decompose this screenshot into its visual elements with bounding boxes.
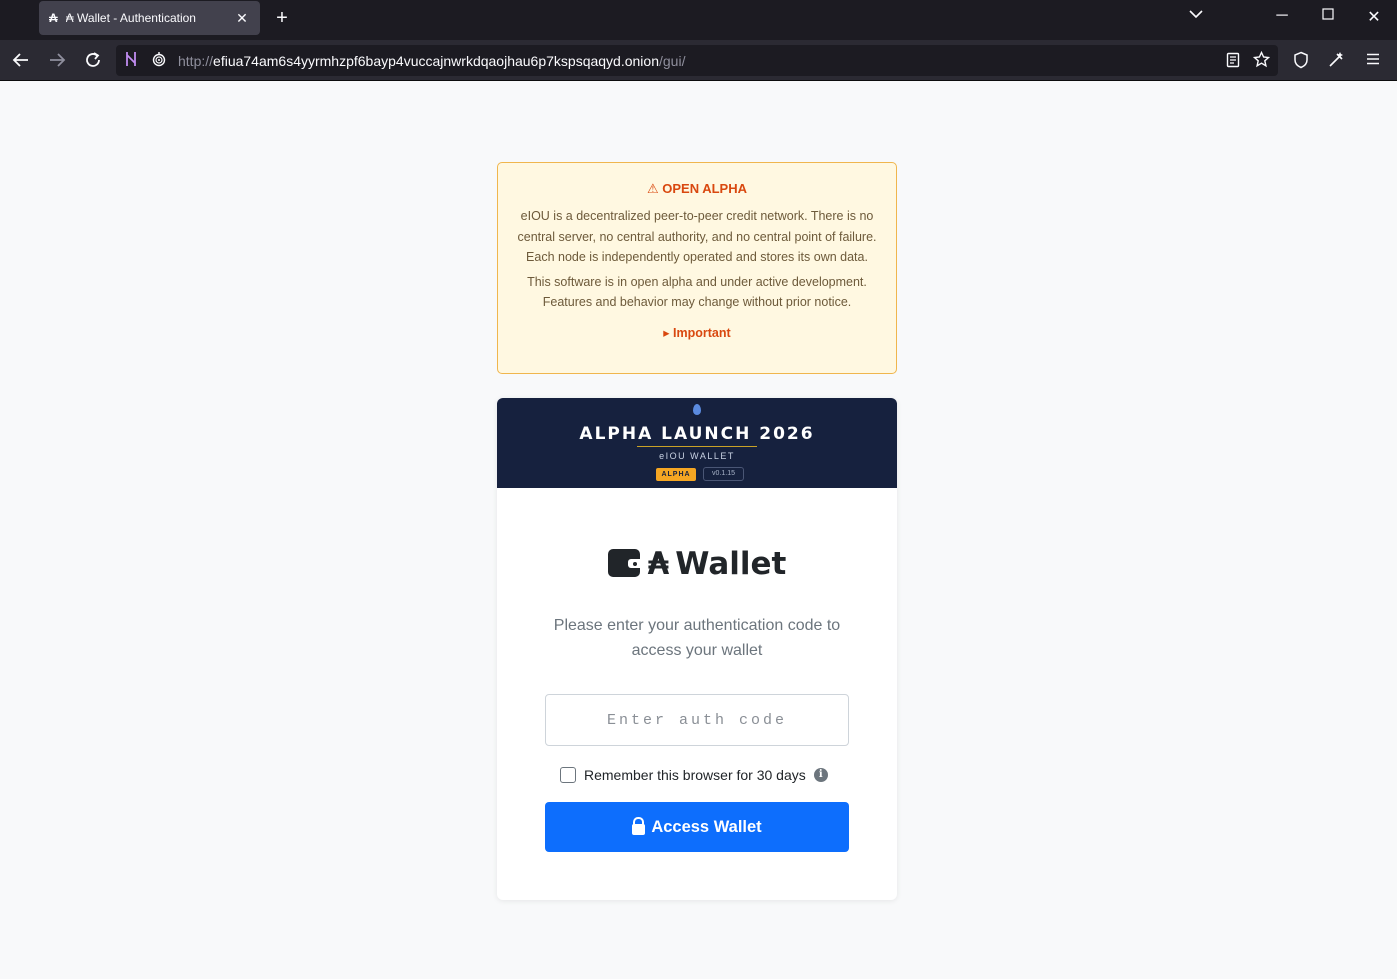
alpha-launch-banner: ALPHA LAUNCH 2026 eIOU WALLET ALPHA v0.1… [497, 398, 897, 488]
onion-site-icon[interactable] [152, 51, 166, 70]
list-all-tabs-chevron-down-icon[interactable] [1189, 8, 1203, 22]
browser-tab-active[interactable]: ₳ ₳ Wallet - Authentication ✕ [39, 1, 260, 35]
page-title: ₳ Wallet [497, 546, 897, 582]
banner-divider [637, 446, 757, 447]
login-card: ALPHA LAUNCH 2026 eIOU WALLET ALPHA v0.1… [497, 398, 897, 900]
new-tab-button[interactable]: + [271, 6, 293, 30]
access-wallet-button[interactable]: Access Wallet [545, 802, 849, 852]
url-text[interactable]: http://efiua74am6s4yyrmhzpf6bayp4vuccajn… [178, 53, 685, 69]
remember-browser-label[interactable]: Remember this browser for 30 days [584, 767, 806, 783]
url-scheme: http:// [178, 53, 214, 69]
notice-title: ⚠ OPEN ALPHA [646, 181, 747, 196]
open-alpha-notice: ⚠ OPEN ALPHA eIOU is a decentralized pee… [497, 162, 897, 374]
page-title-text: Wallet [675, 546, 787, 582]
tab-close-icon[interactable]: ✕ [234, 10, 250, 27]
tor-circuit-icon[interactable] [124, 51, 138, 70]
url-bar[interactable]: http://efiua74am6s4yyrmhzpf6bayp4vuccajn… [116, 45, 1278, 76]
window-minimize-icon[interactable]: ─ [1272, 7, 1292, 25]
access-wallet-label: Access Wallet [651, 817, 762, 836]
remember-browser-checkbox[interactable] [560, 767, 576, 783]
banner-subtitle: eIOU WALLET [659, 451, 735, 461]
notice-paragraph-alpha: This software is in open alpha and under… [527, 274, 867, 310]
reader-view-icon[interactable] [1226, 52, 1240, 71]
droplet-icon [693, 404, 701, 415]
browser-nav-bar: http://efiua74am6s4yyrmhzpf6bayp4vuccajn… [0, 40, 1397, 81]
important-details-toggle[interactable]: ▸ Important [663, 325, 730, 340]
hamburger-menu-icon[interactable] [1362, 48, 1384, 73]
url-host: efiua74am6s4yyrmhzpf6bayp4vuccajnwrkdqao… [213, 53, 659, 69]
url-path: /gui/ [659, 53, 686, 69]
info-icon[interactable]: i [813, 768, 828, 782]
window-close-icon[interactable]: ✕ [1364, 7, 1384, 27]
unlock-icon [632, 817, 646, 835]
version-badge: v0.1.15 [703, 467, 744, 481]
window-maximize-icon[interactable] [1318, 7, 1338, 25]
auth-prompt: Please enter your authentication code to… [553, 617, 841, 659]
alpha-badge: ALPHA [656, 468, 696, 481]
wallet-icon [607, 549, 640, 577]
bookmark-star-icon[interactable] [1252, 50, 1271, 71]
auth-code-input[interactable] [545, 694, 849, 746]
security-level-icon[interactable] [1325, 48, 1347, 77]
reload-icon[interactable] [81, 48, 105, 72]
banner-headline: ALPHA LAUNCH 2026 [579, 424, 815, 444]
back-arrow-icon[interactable] [9, 48, 33, 72]
tab-favicon-icon: ₳ [49, 11, 58, 25]
currency-symbol: ₳ [647, 546, 670, 582]
shield-icon[interactable] [1290, 48, 1312, 77]
tab-title: ₳ Wallet - Authentication [65, 11, 196, 25]
browser-tab-bar: ₳ ₳ Wallet - Authentication ✕ + ─ ✕ [0, 0, 1397, 40]
forward-arrow-icon[interactable] [45, 48, 69, 72]
remember-browser-row: Remember this browser for 30 days i [560, 765, 828, 785]
notice-paragraph-description: eIOU is a decentralized peer-to-peer cre… [517, 209, 877, 264]
